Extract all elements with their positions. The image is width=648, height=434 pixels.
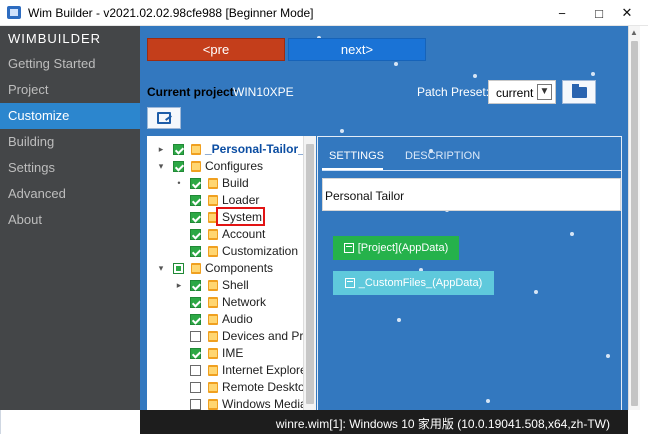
project-name-field: Personal Tailor bbox=[322, 178, 621, 211]
tab-description[interactable]: DESCRIPTION bbox=[405, 150, 480, 162]
tree-item-label: Windows Media bbox=[222, 397, 303, 410]
chevron-down-icon: ▼ bbox=[537, 84, 552, 100]
tree-item-label: Shell bbox=[222, 278, 249, 292]
project-appdata-button[interactable]: [Project](AppData) bbox=[333, 236, 459, 260]
folder-icon bbox=[208, 399, 218, 410]
close-button[interactable]: ✕ bbox=[604, 0, 648, 26]
status-bar: winre.wim[1]: Windows 10 家用版 (10.0.19041… bbox=[140, 410, 628, 434]
checkbox[interactable] bbox=[190, 280, 201, 291]
tab-settings[interactable]: SETTINGS bbox=[329, 150, 384, 162]
title-bar: Wim Builder - v2021.02.02.98cfe988 [Begi… bbox=[0, 0, 648, 26]
checkbox[interactable] bbox=[190, 365, 201, 376]
folder-icon bbox=[208, 297, 218, 308]
status-text: winre.wim[1]: Windows 10 家用版 (10.0.19041… bbox=[275, 417, 610, 431]
selection-highlight bbox=[216, 207, 265, 226]
folder-icon bbox=[208, 348, 218, 359]
checkbox[interactable] bbox=[190, 212, 201, 223]
chevron-down-icon[interactable]: ▾ bbox=[156, 262, 166, 274]
chevron-right-icon[interactable]: ▸ bbox=[156, 143, 166, 155]
folder-icon bbox=[191, 263, 201, 274]
tree-item-label: Configures bbox=[205, 159, 264, 173]
tree-item-label: _Personal-Tailor_(AppData) bbox=[205, 142, 303, 156]
tree-item-label: Loader bbox=[222, 193, 260, 207]
tree-scrollbar[interactable] bbox=[303, 136, 316, 410]
tree-item-label: Components bbox=[205, 261, 274, 275]
edit-button[interactable] bbox=[147, 107, 181, 129]
open-folder-button[interactable] bbox=[562, 80, 596, 104]
chevron-down-icon[interactable]: ▾ bbox=[156, 160, 166, 172]
tree-item-label: Build bbox=[222, 176, 249, 190]
tree-item-label: Internet Explorer bbox=[222, 363, 303, 377]
sidebar-item-building[interactable]: Building bbox=[0, 129, 140, 155]
bullet-icon: • bbox=[177, 178, 181, 188]
sidebar-item-advanced[interactable]: Advanced bbox=[0, 181, 140, 207]
document-icon bbox=[344, 278, 355, 288]
scrollbar-thumb[interactable] bbox=[306, 144, 314, 404]
checkbox[interactable] bbox=[173, 144, 184, 155]
tab-divider bbox=[322, 170, 621, 171]
sidebar-item-about[interactable]: About bbox=[0, 207, 140, 233]
patch-preset-value: current bbox=[496, 86, 534, 100]
tree-item-label: Remote Desktop bbox=[222, 380, 303, 394]
snowflake bbox=[340, 129, 344, 133]
document-icon bbox=[343, 243, 354, 253]
folder-icon bbox=[208, 178, 218, 189]
window-title: Wim Builder - v2021.02.02.98cfe988 [Begi… bbox=[28, 6, 314, 20]
folder-icon bbox=[208, 365, 218, 376]
checkbox[interactable] bbox=[190, 178, 201, 189]
folder-icon bbox=[191, 144, 201, 155]
checkbox[interactable] bbox=[190, 229, 201, 240]
scroll-up-icon[interactable]: ▲ bbox=[629, 28, 639, 38]
checkbox[interactable] bbox=[190, 246, 201, 257]
checkbox[interactable] bbox=[173, 263, 184, 274]
sidebar-item-project[interactable]: Project bbox=[0, 77, 140, 103]
current-project-label: Current project: bbox=[147, 85, 238, 99]
tree-item-label: Account bbox=[222, 227, 266, 241]
patch-preset-label: Patch Preset: bbox=[417, 85, 490, 99]
custom-files-label: _CustomFiles_(AppData) bbox=[358, 277, 483, 289]
checkbox[interactable] bbox=[190, 195, 201, 206]
tree-item-label: Devices and Printers bbox=[222, 329, 303, 343]
main-scrollbar-thumb[interactable] bbox=[631, 41, 638, 406]
patch-preset-select[interactable]: current ▼ bbox=[488, 80, 556, 104]
folder-icon bbox=[208, 280, 218, 291]
folder-icon bbox=[208, 195, 218, 206]
brand-title: WIMBUILDER bbox=[8, 31, 102, 46]
custom-files-button[interactable]: _CustomFiles_(AppData) bbox=[333, 271, 494, 295]
checkbox[interactable] bbox=[190, 348, 201, 359]
checkbox[interactable] bbox=[190, 382, 201, 393]
folder-icon bbox=[208, 246, 218, 257]
folder-icon bbox=[208, 331, 218, 342]
chevron-right-icon[interactable]: ▸ bbox=[174, 279, 184, 291]
checkbox[interactable] bbox=[190, 314, 201, 325]
sidebar-item-getting-started[interactable]: Getting Started bbox=[0, 51, 140, 77]
tree-item-label: Network bbox=[222, 295, 267, 309]
folder-icon bbox=[208, 382, 218, 393]
next-button[interactable]: next> bbox=[288, 38, 426, 61]
checkbox[interactable] bbox=[190, 399, 201, 410]
app-icon bbox=[7, 6, 21, 19]
project-name-value: Personal Tailor bbox=[325, 189, 405, 203]
folder-icon bbox=[191, 161, 201, 172]
snowflake bbox=[394, 62, 398, 66]
sidebar-item-customize[interactable]: Customize bbox=[0, 103, 140, 129]
checkbox[interactable] bbox=[173, 161, 184, 172]
folder-icon bbox=[208, 229, 218, 240]
current-project-value: WIN10XPE bbox=[233, 85, 294, 99]
tree-item-label: Customization bbox=[222, 244, 299, 258]
project-appdata-label: [Project](AppData) bbox=[357, 242, 449, 254]
snowflake bbox=[473, 74, 477, 78]
edit-icon bbox=[157, 112, 171, 124]
sidebar-item-settings[interactable]: Settings bbox=[0, 155, 140, 181]
checkbox[interactable] bbox=[190, 297, 201, 308]
snowflake bbox=[591, 72, 595, 76]
checkbox[interactable] bbox=[190, 331, 201, 342]
tree-item-label: Audio bbox=[222, 312, 253, 326]
pre-button[interactable]: <pre bbox=[147, 38, 285, 61]
project-tree: ▸ _Personal-Tailor_(AppData) ▾ Configure… bbox=[147, 136, 303, 410]
folder-icon bbox=[208, 314, 218, 325]
tree-item-label: IME bbox=[222, 346, 244, 360]
folder-icon bbox=[571, 83, 587, 98]
